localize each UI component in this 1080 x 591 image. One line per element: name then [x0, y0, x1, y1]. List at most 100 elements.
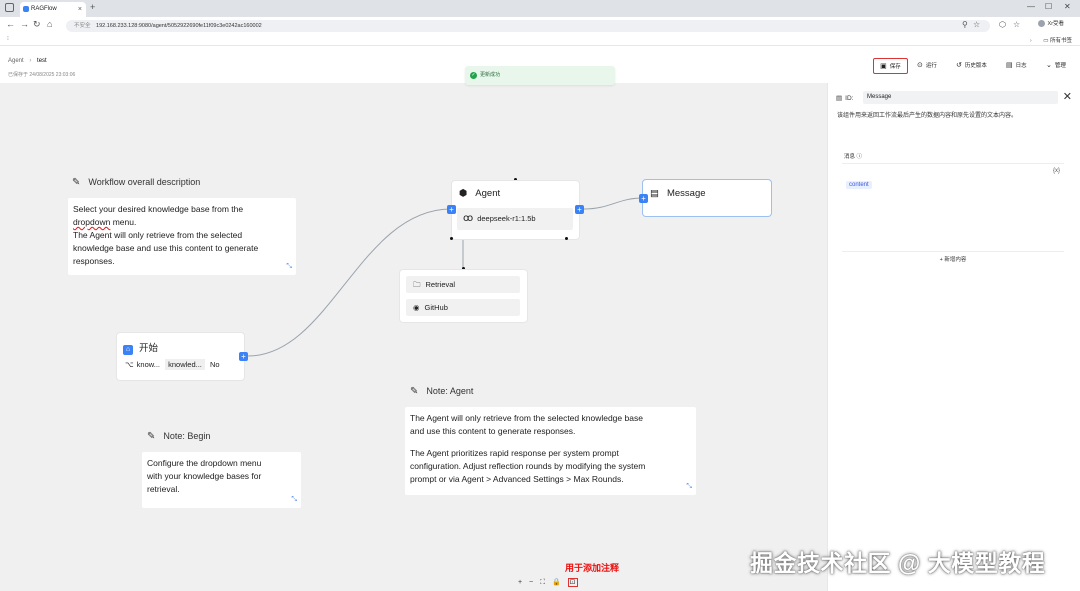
tab-title: RAGFlow	[31, 6, 57, 12]
profile-button[interactable]: Xr受看	[1038, 19, 1065, 28]
message-label: 消息 ⓘ	[844, 154, 863, 160]
insecure-label: 不安全	[74, 23, 91, 29]
lock-button[interactable]: 🔒	[552, 579, 561, 586]
agent-output-handle[interactable]: +	[575, 205, 584, 214]
note-workflow[interactable]: Select your desired knowledge base from …	[68, 198, 296, 275]
save-button[interactable]: ▣ 保存	[873, 58, 908, 74]
log-icon: ▤	[1006, 62, 1013, 69]
history-button[interactable]: ↺ 历史版本	[952, 58, 991, 74]
edge-agent-message	[583, 197, 644, 210]
home-icon: ⌂	[123, 345, 133, 355]
sidebar-toggle-icon[interactable]	[5, 3, 14, 12]
node-description: 该组件用来返回工作流最后产生的数据内容和原先设置的文本内容。	[837, 113, 1018, 119]
edit-note-icon[interactable]: ✎	[72, 177, 80, 188]
tab-close-icon[interactable]: ×	[78, 2, 82, 17]
github-icon: ◉	[413, 303, 420, 312]
history-icon: ↺	[956, 62, 962, 69]
breadcrumb: Agent › test	[8, 58, 47, 64]
spellcheck-word: dropdown	[73, 217, 111, 227]
favorites-icon[interactable]: ☆	[1013, 20, 1020, 29]
add-note-button[interactable]: ⊡	[567, 578, 578, 587]
fit-view-button[interactable]: ⛶	[540, 579, 545, 586]
profile-name: Xr受看	[1047, 21, 1065, 27]
url-text: 192.168.233.128:9080/agent/5052922690fe1…	[96, 23, 262, 29]
help-icon[interactable]: ⓘ	[857, 154, 863, 160]
resize-handle-icon[interactable]: ⤡	[686, 480, 692, 493]
node-corner-dot[interactable]	[450, 237, 453, 240]
agent-input-handle[interactable]: +	[447, 205, 456, 214]
folder-icon: ▭	[1043, 38, 1049, 44]
resize-handle-icon[interactable]: ⤡	[291, 493, 297, 506]
home-icon[interactable]: ⌂	[47, 19, 52, 29]
llama-icon: ꝏ	[463, 213, 474, 224]
window-close-button[interactable]: ✕	[1064, 2, 1071, 11]
agent-model-pill[interactable]: ꝏ deepseek-r1:1.5b	[457, 208, 573, 230]
saved-timestamp: 已保存于 24/08/2025 23:03:06	[8, 72, 76, 78]
save-icon: ▣	[880, 63, 887, 70]
zoom-in-button[interactable]: +	[518, 579, 522, 586]
node-id-input[interactable]: Message	[863, 91, 1058, 104]
node-corner-dot[interactable]	[565, 237, 568, 240]
note-begin-header: ✎ Note: Begin	[147, 431, 211, 442]
node-message[interactable]: ▤ Message	[643, 180, 771, 216]
star-icon[interactable]: ☆	[973, 20, 980, 29]
workflow-canvas[interactable]: ✎ Workflow overall description Select you…	[0, 83, 827, 591]
note-workflow-header: ✎ Workflow overall description	[72, 177, 201, 188]
chevron-right-icon: ›	[29, 58, 32, 64]
url-input[interactable]: 不安全 192.168.233.128:9080/agent/505292269…	[66, 20, 990, 32]
resize-handle-icon[interactable]: ⤡	[286, 260, 292, 273]
node-tools[interactable]: 🗀 Retrieval ◉ GitHub	[400, 270, 527, 322]
back-icon[interactable]: ←	[6, 19, 15, 29]
node-begin[interactable]: ⌂ 开始 ⌥ know... knowled... No	[117, 333, 244, 380]
cube-icon: ⬢	[459, 188, 468, 199]
maximize-button[interactable]: ☐	[1045, 2, 1052, 11]
note-agent-header: ✎ Note: Agent	[410, 386, 474, 397]
manage-button[interactable]: ⌄ 管理	[1042, 58, 1070, 74]
canvas-controls: + − ⛶ 🔒 ⊡	[518, 578, 583, 587]
begin-output-handle[interactable]: +	[239, 352, 248, 361]
reload-icon[interactable]: ↻	[33, 19, 41, 30]
annotation-label: 用于添加注释	[565, 563, 620, 573]
node-settings-panel: ▤ ID: Message ✕ 该组件用来返回工作流最后产生的数据内容和原先设置的…	[827, 83, 1080, 591]
breadcrumb-current: test	[37, 58, 47, 64]
watermark: 掘金技术社区 @ 大模型教程	[750, 550, 1046, 576]
forward-icon[interactable]: →	[20, 19, 29, 29]
location-icon[interactable]: ⚲	[962, 20, 968, 29]
insert-variable-icon[interactable]: {x}	[1053, 168, 1060, 174]
new-tab-button[interactable]: +	[90, 2, 95, 12]
edit-note-icon[interactable]: ✎	[410, 386, 418, 397]
chevron-right-icon: ›	[1029, 38, 1032, 44]
folder-search-icon: 🗀	[413, 280, 421, 289]
edit-note-icon[interactable]: ✎	[147, 431, 155, 442]
message-icon: ▤	[650, 188, 659, 199]
browser-tab[interactable]: RAGFlow ×	[20, 2, 86, 17]
note-agent[interactable]: The Agent will only retrieve from the se…	[405, 407, 696, 495]
zoom-out-button[interactable]: −	[529, 579, 533, 586]
breadcrumb-agent[interactable]: Agent	[8, 58, 24, 64]
tool-github[interactable]: ◉ GitHub	[406, 299, 520, 316]
check-icon: ✓	[470, 72, 477, 79]
begin-param-row[interactable]: ⌥ know... knowled... No	[125, 359, 220, 370]
message-icon: ▤	[836, 95, 843, 102]
note-begin[interactable]: Configure the dropdown menu with your kn…	[142, 452, 301, 508]
message-editor[interactable]: {x} content	[842, 163, 1064, 251]
close-icon[interactable]: ✕	[1063, 90, 1072, 103]
browser-tabbar: RAGFlow × + — ☐ ✕	[0, 0, 1080, 17]
log-button[interactable]: ▤ 日志	[1002, 58, 1031, 74]
apps-icon[interactable]: ⁝	[7, 35, 9, 42]
extensions-icon[interactable]: ⬡	[999, 20, 1006, 29]
play-icon: ⊙	[917, 62, 923, 69]
message-input-handle[interactable]: +	[639, 194, 648, 203]
add-content-button[interactable]: + 新增内容	[842, 251, 1064, 267]
all-bookmarks[interactable]: › ▭ 所有书签	[1030, 36, 1072, 44]
minimize-button[interactable]: —	[1027, 2, 1035, 11]
ragflow-favicon-icon	[23, 6, 29, 12]
chevron-down-icon: ⌄	[1046, 62, 1052, 69]
tool-retrieval[interactable]: 🗀 Retrieval	[406, 276, 520, 293]
bookmarks-bar: ⁝ › ▭ 所有书签	[0, 34, 1080, 46]
run-button[interactable]: ⊙ 运行	[913, 58, 941, 74]
avatar	[1038, 20, 1045, 28]
variable-icon: ⌥	[125, 360, 134, 369]
node-agent[interactable]: ⬢ Agent ꝏ deepseek-r1:1.5b	[452, 181, 579, 239]
variable-tag[interactable]: content	[846, 181, 872, 189]
